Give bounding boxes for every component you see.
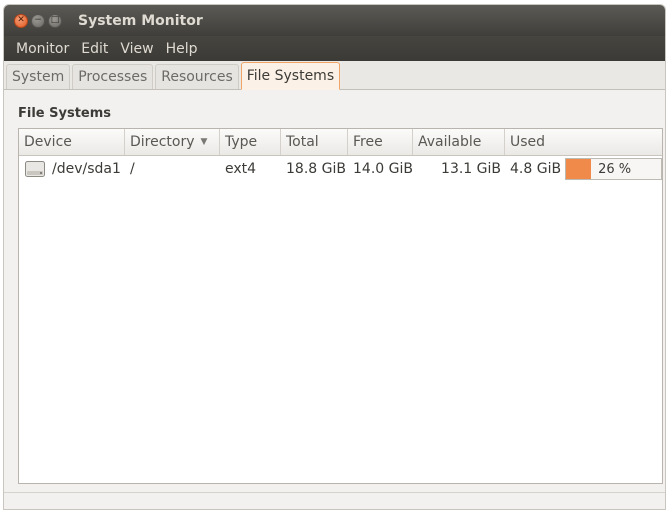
used-size: 4.8 GiB [510, 161, 562, 177]
close-icon: ✕ [17, 15, 25, 25]
tab-processes[interactable]: Processes [72, 64, 154, 89]
cell-free: 14.0 GiB [353, 161, 413, 177]
window-title: System Monitor [78, 12, 203, 29]
menu-help[interactable]: Help [160, 41, 204, 57]
column-header-label: Available [418, 134, 482, 150]
file-systems-panel: File Systems Device Directory ▼ Type Tot… [4, 90, 665, 509]
tab-bar: System Processes Resources File Systems [4, 61, 665, 90]
titlebar[interactable]: ✕ − □ System Monitor [4, 5, 665, 36]
column-header-type[interactable]: Type [220, 129, 281, 155]
tab-resources[interactable]: Resources [155, 64, 239, 89]
minimize-icon: − [34, 15, 42, 25]
maximize-window-button[interactable]: □ [48, 13, 62, 28]
sort-descending-icon: ▼ [200, 137, 208, 147]
usage-bar: 26 % [565, 158, 662, 180]
column-header-label: Device [24, 134, 72, 150]
maximize-icon: □ [50, 15, 60, 25]
close-window-button[interactable]: ✕ [14, 13, 28, 28]
usage-percent: 26 % [598, 161, 632, 177]
file-systems-table[interactable]: Device Directory ▼ Type Total Free Avail… [18, 128, 663, 484]
device-name: /dev/sda1 [52, 161, 121, 177]
cell-used: 4.8 GiB 26 % [505, 158, 662, 180]
cell-type: ext4 [225, 161, 257, 177]
table-header: Device Directory ▼ Type Total Free Avail… [19, 129, 662, 156]
column-header-total[interactable]: Total [281, 129, 348, 155]
column-header-label: Total [286, 134, 319, 150]
column-header-label: Free [353, 134, 383, 150]
tab-system[interactable]: System [6, 64, 71, 89]
tab-file-systems[interactable]: File Systems [240, 62, 341, 90]
cell-available: 13.1 GiB [441, 161, 501, 177]
menu-view[interactable]: View [114, 41, 159, 57]
status-bar [4, 492, 665, 509]
section-title: File Systems [18, 106, 112, 121]
column-header-device[interactable]: Device [19, 129, 125, 155]
usage-bar-fill [566, 159, 591, 179]
column-header-available[interactable]: Available [413, 129, 505, 155]
table-row[interactable]: /dev/sda1 / ext4 18.8 GiB 14.0 GiB 13.1 … [19, 156, 662, 182]
minimize-window-button[interactable]: − [31, 13, 45, 28]
menu-monitor[interactable]: Monitor [10, 41, 75, 57]
column-header-label: Directory [130, 134, 195, 150]
cell-device: /dev/sda1 [19, 159, 125, 179]
column-header-used[interactable]: Used [505, 129, 662, 155]
harddisk-icon [24, 159, 46, 179]
column-header-free[interactable]: Free [348, 129, 413, 155]
system-monitor-window: ✕ − □ System Monitor Monitor Edit View H… [3, 4, 666, 510]
column-header-directory[interactable]: Directory ▼ [125, 129, 220, 155]
cell-total: 18.8 GiB [286, 161, 346, 177]
menu-edit[interactable]: Edit [75, 41, 114, 57]
column-header-label: Used [510, 134, 546, 150]
cell-directory: / [130, 161, 135, 177]
column-header-label: Type [225, 134, 258, 150]
menubar: Monitor Edit View Help [4, 36, 665, 61]
